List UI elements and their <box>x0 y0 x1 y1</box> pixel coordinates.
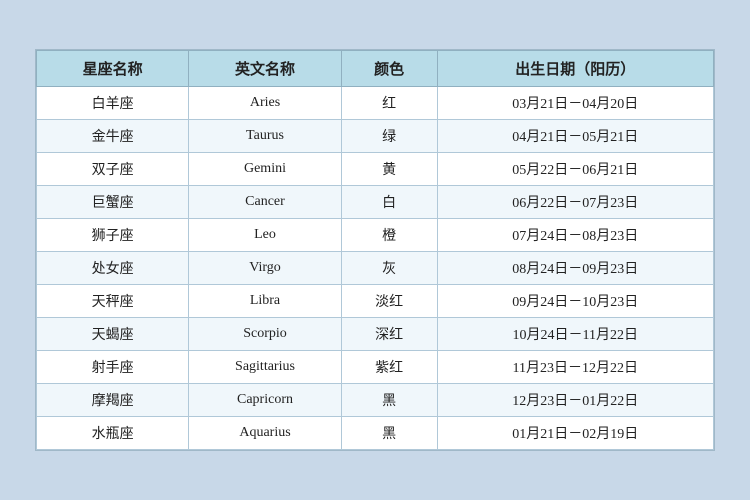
cell-chinese-name: 天蝎座 <box>37 318 189 351</box>
cell-chinese-name: 处女座 <box>37 252 189 285</box>
cell-english-name: Taurus <box>189 120 341 153</box>
cell-chinese-name: 金牛座 <box>37 120 189 153</box>
table-row: 狮子座Leo橙07月24日－08月23日 <box>37 219 714 252</box>
cell-english-name: Aquarius <box>189 417 341 450</box>
cell-english-name: Virgo <box>189 252 341 285</box>
cell-english-name: Sagittarius <box>189 351 341 384</box>
zodiac-table: 星座名称 英文名称 颜色 出生日期（阳历） 白羊座Aries红03月21日－04… <box>36 50 714 450</box>
cell-dates: 01月21日－02月19日 <box>437 417 713 450</box>
cell-english-name: Leo <box>189 219 341 252</box>
table-row: 白羊座Aries红03月21日－04月20日 <box>37 87 714 120</box>
cell-chinese-name: 射手座 <box>37 351 189 384</box>
table-row: 摩羯座Capricorn黑12月23日－01月22日 <box>37 384 714 417</box>
cell-chinese-name: 巨蟹座 <box>37 186 189 219</box>
cell-dates: 07月24日－08月23日 <box>437 219 713 252</box>
table-row: 水瓶座Aquarius黑01月21日－02月19日 <box>37 417 714 450</box>
cell-dates: 06月22日－07月23日 <box>437 186 713 219</box>
cell-chinese-name: 水瓶座 <box>37 417 189 450</box>
cell-dates: 05月22日－06月21日 <box>437 153 713 186</box>
table-row: 双子座Gemini黄05月22日－06月21日 <box>37 153 714 186</box>
cell-english-name: Gemini <box>189 153 341 186</box>
table-row: 天蝎座Scorpio深红10月24日－11月22日 <box>37 318 714 351</box>
cell-chinese-name: 双子座 <box>37 153 189 186</box>
table-row: 金牛座Taurus绿04月21日－05月21日 <box>37 120 714 153</box>
cell-english-name: Scorpio <box>189 318 341 351</box>
cell-color: 绿 <box>341 120 437 153</box>
cell-color: 淡红 <box>341 285 437 318</box>
cell-chinese-name: 狮子座 <box>37 219 189 252</box>
table-row: 射手座Sagittarius紫红11月23日－12月22日 <box>37 351 714 384</box>
header-dates: 出生日期（阳历） <box>437 51 713 87</box>
header-chinese-name: 星座名称 <box>37 51 189 87</box>
cell-chinese-name: 天秤座 <box>37 285 189 318</box>
cell-color: 黑 <box>341 417 437 450</box>
table-row: 处女座Virgo灰08月24日－09月23日 <box>37 252 714 285</box>
cell-english-name: Cancer <box>189 186 341 219</box>
cell-color: 灰 <box>341 252 437 285</box>
cell-dates: 10月24日－11月22日 <box>437 318 713 351</box>
cell-dates: 08月24日－09月23日 <box>437 252 713 285</box>
cell-color: 深红 <box>341 318 437 351</box>
cell-dates: 12月23日－01月22日 <box>437 384 713 417</box>
cell-color: 黑 <box>341 384 437 417</box>
header-english-name: 英文名称 <box>189 51 341 87</box>
header-color: 颜色 <box>341 51 437 87</box>
table-body: 白羊座Aries红03月21日－04月20日金牛座Taurus绿04月21日－0… <box>37 87 714 450</box>
cell-dates: 11月23日－12月22日 <box>437 351 713 384</box>
cell-english-name: Capricorn <box>189 384 341 417</box>
cell-color: 橙 <box>341 219 437 252</box>
cell-color: 白 <box>341 186 437 219</box>
table-header-row: 星座名称 英文名称 颜色 出生日期（阳历） <box>37 51 714 87</box>
cell-chinese-name: 摩羯座 <box>37 384 189 417</box>
cell-color: 红 <box>341 87 437 120</box>
cell-color: 紫红 <box>341 351 437 384</box>
zodiac-table-wrapper: 星座名称 英文名称 颜色 出生日期（阳历） 白羊座Aries红03月21日－04… <box>35 49 715 451</box>
cell-english-name: Libra <box>189 285 341 318</box>
cell-chinese-name: 白羊座 <box>37 87 189 120</box>
cell-color: 黄 <box>341 153 437 186</box>
cell-dates: 04月21日－05月21日 <box>437 120 713 153</box>
cell-dates: 03月21日－04月20日 <box>437 87 713 120</box>
cell-dates: 09月24日－10月23日 <box>437 285 713 318</box>
table-row: 天秤座Libra淡红09月24日－10月23日 <box>37 285 714 318</box>
table-row: 巨蟹座Cancer白06月22日－07月23日 <box>37 186 714 219</box>
cell-english-name: Aries <box>189 87 341 120</box>
